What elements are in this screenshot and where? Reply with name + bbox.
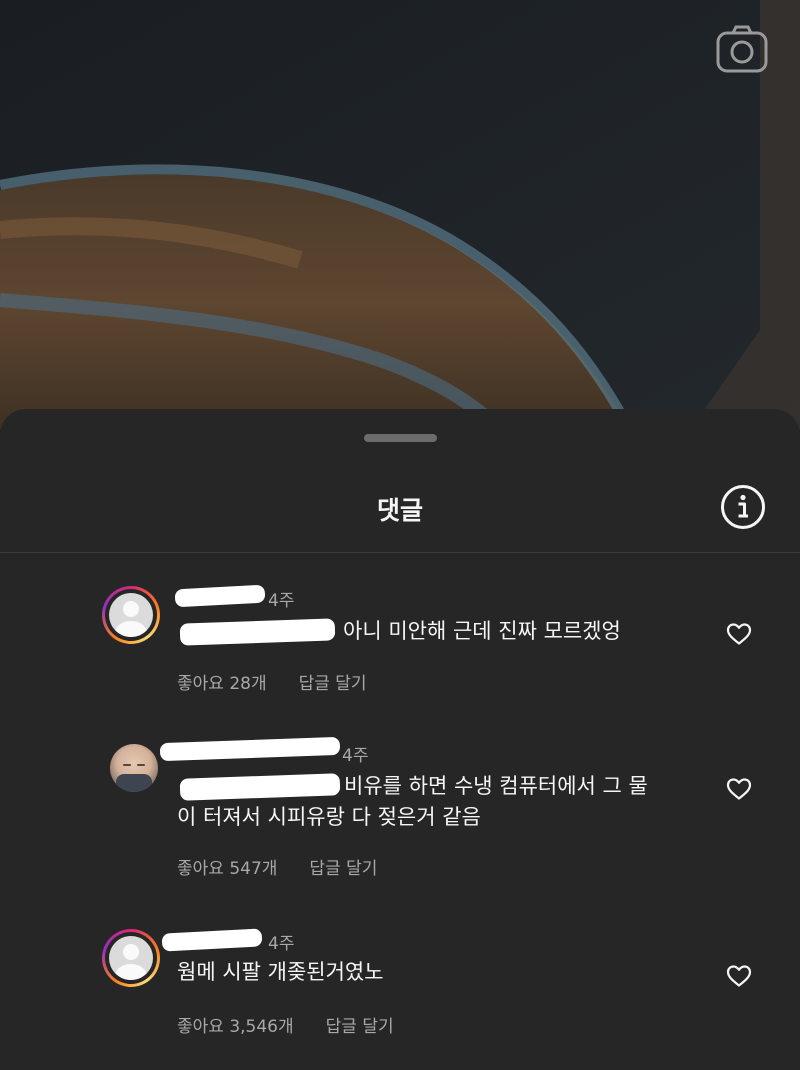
avatar[interactable]	[102, 929, 160, 987]
comment-text: 비유를 하면 수냉 컴퓨터에서 그 물	[344, 774, 648, 798]
like-count[interactable]: 좋아요 3,546개	[177, 1017, 294, 1037]
comment-time: 4주	[342, 746, 369, 766]
header-divider	[0, 552, 800, 553]
comment-meta: 좋아요 547개 답글 달기	[177, 854, 409, 879]
comment-item: 4주 아니 미안해 근데 진짜 모르겠엉 좋아요 28개 답글 달기	[0, 579, 800, 694]
like-count[interactable]: 좋아요 547개	[177, 859, 277, 879]
background-image	[0, 0, 800, 430]
comment-text: 웜메 시팔 개좆된거였노	[177, 960, 384, 984]
heart-icon	[726, 965, 752, 987]
heart-icon	[726, 778, 752, 800]
info-icon	[721, 485, 765, 529]
comment-meta: 좋아요 28개 답글 달기	[177, 669, 399, 694]
reply-button[interactable]: 답글 달기	[309, 859, 377, 879]
comments-sheet: 댓글 4주 아니 미안해 근데 진짜 모르겠엉 좋아요 28개 답글 달기 4주…	[0, 409, 800, 1070]
like-button[interactable]	[726, 777, 752, 801]
background-photo	[0, 0, 800, 430]
camera-button[interactable]	[716, 25, 768, 73]
comment-meta: 좋아요 3,546개 답글 달기	[177, 1012, 426, 1037]
comment-text-line2: 이 터져서 시피유랑 다 젖은거 같음	[177, 805, 481, 829]
comment-item: 4주 비유를 하면 수냉 컴퓨터에서 그 물 이 터져서 시피유랑 다 젖은거 …	[0, 734, 800, 884]
redacted-username	[161, 928, 263, 952]
sheet-title: 댓글	[376, 496, 423, 525]
like-count[interactable]: 좋아요 28개	[177, 674, 267, 694]
camera-icon	[716, 25, 768, 73]
sheet-drag-handle[interactable]	[364, 434, 437, 442]
like-button[interactable]	[726, 964, 752, 988]
comment-text: 아니 미안해 근데 진짜 모르겠엉	[343, 619, 621, 643]
heart-icon	[726, 623, 752, 645]
info-button[interactable]	[720, 484, 766, 530]
comment-time: 4주	[268, 591, 295, 611]
reply-button[interactable]: 답글 달기	[299, 674, 367, 694]
reply-button[interactable]: 답글 달기	[326, 1017, 394, 1037]
avatar[interactable]	[102, 586, 160, 644]
redacted-mention	[179, 773, 341, 801]
comment-item: 4주 웜메 시팔 개좆된거였노 좋아요 3,546개 답글 달기	[0, 928, 800, 1039]
redacted-username	[159, 736, 341, 762]
default-avatar-icon	[109, 936, 153, 980]
default-avatar-icon	[109, 593, 153, 637]
comment-time: 4주	[268, 934, 295, 954]
like-button[interactable]	[726, 622, 752, 646]
redacted-mention	[179, 618, 336, 646]
avatar[interactable]	[110, 744, 158, 792]
redacted-username	[174, 584, 266, 608]
